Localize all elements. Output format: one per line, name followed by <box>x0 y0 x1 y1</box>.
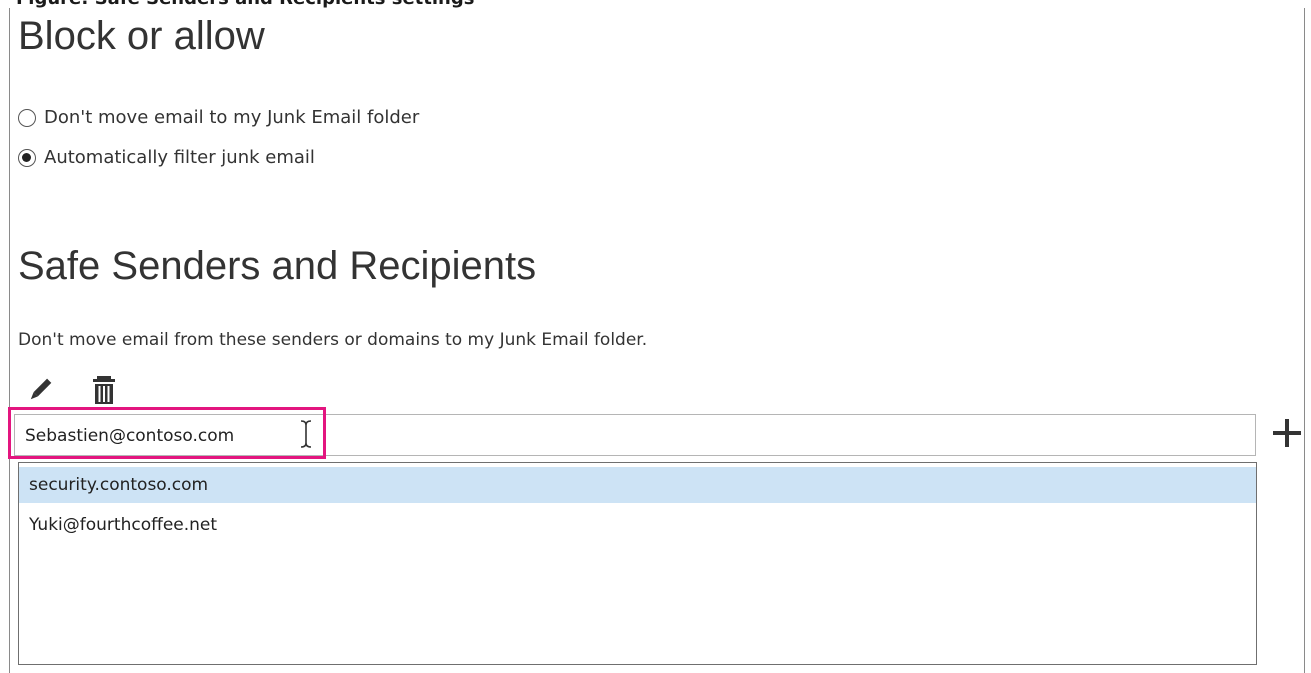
trash-icon <box>93 376 115 404</box>
radio-auto-filter-junk[interactable]: Automatically filter junk email <box>18 147 315 168</box>
radio-dont-move-junk[interactable]: Don't move email to my Junk Email folder <box>18 107 419 128</box>
safe-sender-entry-box[interactable] <box>14 414 1256 456</box>
pencil-icon <box>30 378 52 400</box>
radio-button-checked[interactable] <box>18 148 36 167</box>
radio-label: Automatically filter junk email <box>44 147 315 168</box>
safe-sender-input[interactable] <box>25 423 625 449</box>
cropped-caption-strip: Figure: Safe Senders and Recipients sett… <box>0 0 1311 8</box>
cropped-caption: Figure: Safe Senders and Recipients sett… <box>16 0 474 8</box>
radio-button-unchecked[interactable] <box>18 108 36 127</box>
safe-senders-description: Don't move email from these senders or d… <box>18 330 648 350</box>
block-or-allow-heading: Block or allow <box>18 14 265 58</box>
list-item[interactable]: Yuki@fourthcoffee.net <box>19 507 1256 543</box>
safe-senders-heading: Safe Senders and Recipients <box>18 244 537 288</box>
list-item[interactable]: security.contoso.com <box>19 467 1256 503</box>
radio-label: Don't move email to my Junk Email folder <box>44 107 420 128</box>
edit-button[interactable] <box>24 374 56 406</box>
plus-icon <box>1273 419 1301 447</box>
add-button[interactable] <box>1270 416 1304 450</box>
delete-button[interactable] <box>88 374 120 406</box>
safe-senders-list[interactable]: security.contoso.com Yuki@fourthcoffee.n… <box>18 462 1257 665</box>
